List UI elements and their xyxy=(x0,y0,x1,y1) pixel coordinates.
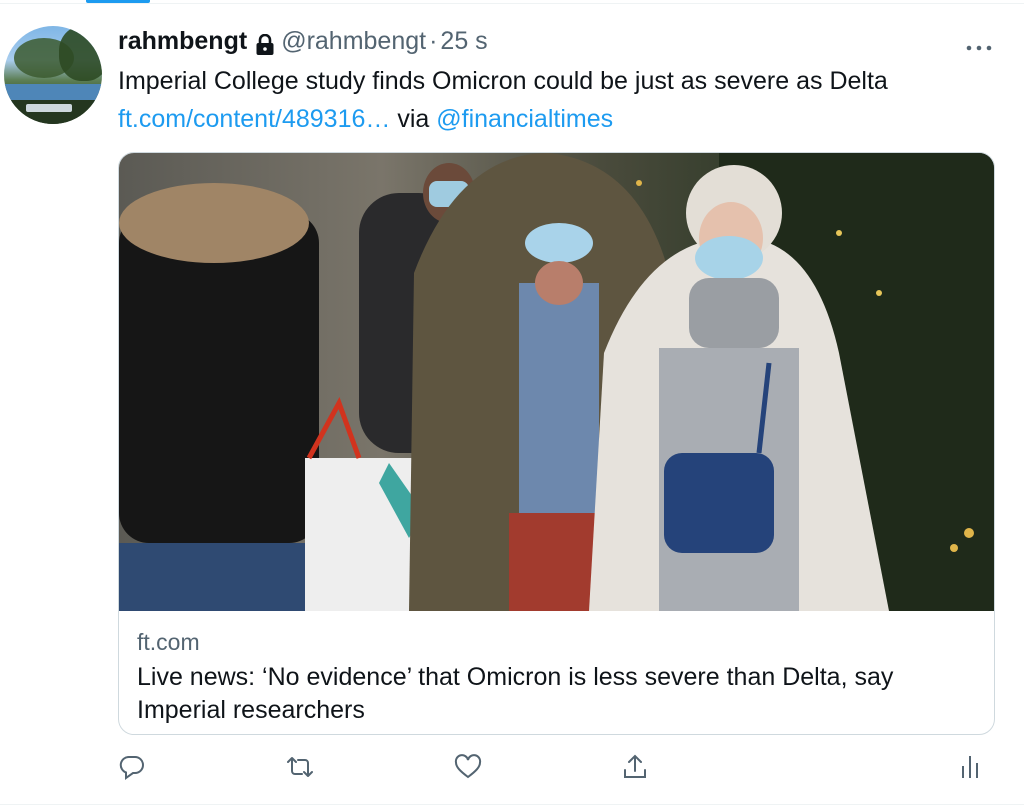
reply-icon[interactable] xyxy=(117,752,147,782)
more-icon[interactable] xyxy=(966,38,992,51)
article-link[interactable]: ft.com/content/489316… xyxy=(118,105,390,133)
link-card[interactable]: ft.com Live news: ‘No evidence’ that Omi… xyxy=(118,152,995,735)
header-separator: · xyxy=(429,27,438,55)
via-label: via xyxy=(397,105,430,133)
card-image[interactable] xyxy=(119,153,994,611)
card-body[interactable]: ft.com Live news: ‘No evidence’ that Omi… xyxy=(137,627,977,727)
bottom-divider xyxy=(0,804,1024,805)
display-name[interactable]: rahmbengt xyxy=(118,24,247,58)
lock-icon xyxy=(255,31,275,55)
tweet-text-line: Imperial College study finds Omicron cou… xyxy=(118,67,888,95)
card-title: Live news: ‘No evidence’ that Omicron is… xyxy=(137,663,894,724)
tweet-header: rahmbengt @rahmbengt · 25 s xyxy=(118,24,488,58)
tweet[interactable]: rahmbengt @rahmbengt · 25 s Imperial Col… xyxy=(0,0,1024,807)
avatar[interactable] xyxy=(4,26,102,124)
analytics-icon[interactable] xyxy=(955,752,985,782)
timestamp[interactable]: 25 s xyxy=(440,24,487,58)
share-icon[interactable] xyxy=(620,752,650,782)
retweet-icon[interactable] xyxy=(285,752,315,782)
like-icon[interactable] xyxy=(453,752,483,782)
tweet-text: Imperial College study finds Omicron cou… xyxy=(118,62,998,138)
tweet-actions xyxy=(0,752,1024,782)
card-domain: ft.com xyxy=(137,629,200,655)
mention-link[interactable]: @financialtimes xyxy=(436,105,613,133)
user-handle[interactable]: @rahmbengt xyxy=(281,24,426,58)
